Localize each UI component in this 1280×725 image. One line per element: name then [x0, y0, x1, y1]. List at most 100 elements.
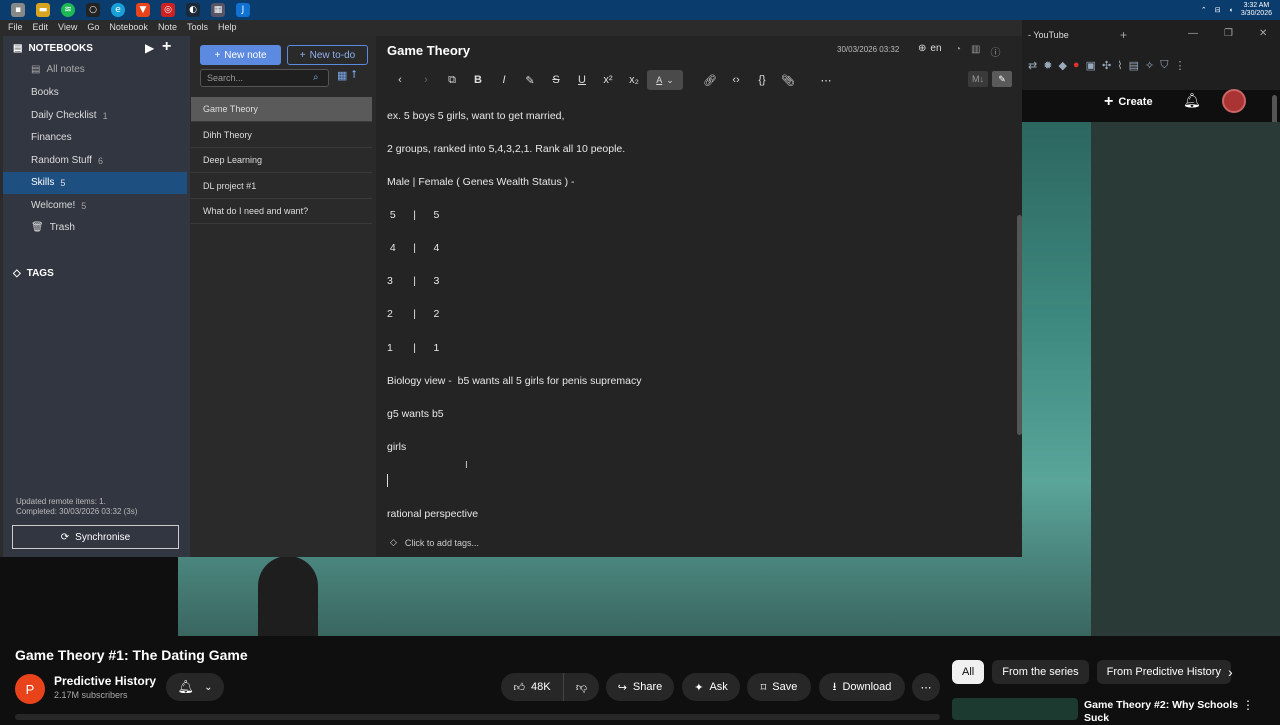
highlight-icon[interactable]: ✎: [517, 74, 543, 87]
sidebar-item-all-notes[interactable]: ▤ All notes: [31, 64, 85, 75]
terminal-icon[interactable]: ○: [86, 3, 100, 17]
note-list-item-selected[interactable]: Game Theory: [191, 97, 372, 122]
create-button[interactable]: + Create: [1104, 92, 1153, 112]
save-button[interactable]: ⌑ Save: [747, 673, 811, 701]
dislike-button[interactable]: 👎︎: [563, 673, 599, 701]
brave-icon[interactable]: ▼: [136, 3, 150, 17]
code-block-icon[interactable]: {}: [749, 74, 775, 86]
restore-icon[interactable]: ❐: [1224, 28, 1233, 39]
more-icon[interactable]: ⋯: [813, 74, 839, 87]
attach-icon[interactable]: 📎︎: [775, 74, 801, 87]
sidebar-item-random-stuff[interactable]: Random Stuff 6: [31, 155, 103, 166]
search-input[interactable]: Search...: [200, 69, 329, 87]
subscript-icon[interactable]: x₂: [621, 74, 647, 86]
browser-tab[interactable]: - YouTube: [1022, 26, 1116, 44]
volume-icon[interactable]: ◖: [1229, 7, 1233, 14]
synchronise-button[interactable]: ⟳ Synchronise: [12, 525, 179, 549]
search-icon[interactable]: ⌕: [313, 72, 319, 83]
sidebar-item-skills[interactable]: Skills 5: [31, 177, 65, 188]
menu-go[interactable]: Go: [87, 22, 99, 32]
tags-header[interactable]: ◇ TAGS: [13, 268, 54, 279]
layout-icon[interactable]: ▥: [971, 44, 980, 59]
more-vert-icon[interactable]: ⋮: [1242, 698, 1254, 712]
menu-help[interactable]: Help: [218, 22, 237, 32]
sidebar-item-trash[interactable]: 🗑︎ Trash: [31, 222, 75, 233]
external-edit-icon[interactable]: ⧉: [439, 74, 465, 87]
link-icon[interactable]: 🔗︎: [697, 74, 723, 87]
translate-icon[interactable]: ⇄: [1028, 59, 1037, 72]
italic-icon[interactable]: I: [491, 74, 517, 86]
back-icon[interactable]: ‹: [387, 74, 413, 86]
gallery-icon[interactable]: ▦: [211, 3, 225, 17]
shield-icon[interactable]: ⛉: [1160, 59, 1168, 72]
alarm-icon[interactable]: ◔: [955, 44, 961, 59]
add-tags-bar[interactable]: ◇ Click to add tags...: [390, 537, 479, 548]
chevron-up-icon[interactable]: ⌃: [1201, 6, 1207, 14]
superscript-icon[interactable]: x²: [595, 74, 621, 86]
bold-icon[interactable]: B: [465, 74, 491, 86]
share-button[interactable]: ↪ Share: [606, 673, 674, 701]
notifications-bell-icon[interactable]: 🔔︎: [1183, 92, 1201, 109]
info-icon[interactable]: ⓘ: [991, 44, 1001, 59]
rich-text-toggle-icon[interactable]: ✎: [992, 71, 1012, 87]
filter-chip-all[interactable]: All: [952, 660, 985, 684]
app-icon[interactable]: ◎: [161, 3, 175, 17]
text-color-icon[interactable]: A ⌄: [647, 70, 683, 90]
joplin-icon[interactable]: J: [236, 3, 250, 17]
channel-avatar[interactable]: P: [15, 674, 45, 704]
add-notebook-icon[interactable]: +: [162, 38, 171, 56]
language-selector[interactable]: ⊕ en: [918, 43, 942, 54]
collapse-sidebar-icon[interactable]: ▶: [145, 41, 154, 55]
menu-edit[interactable]: Edit: [33, 22, 49, 32]
folder-icon[interactable]: ▬: [36, 3, 50, 17]
collections-icon[interactable]: ▤: [1129, 59, 1139, 72]
filter-chip-series[interactable]: From the series: [992, 660, 1089, 684]
menu-note[interactable]: Note: [158, 22, 177, 32]
network-icon[interactable]: ⊟: [1215, 6, 1221, 14]
sidebar-item-books[interactable]: Books: [31, 87, 59, 98]
editor-scrollbar[interactable]: [1017, 215, 1022, 435]
note-list-item[interactable]: What do I need and want?: [191, 199, 372, 224]
menu-tools[interactable]: Tools: [187, 22, 208, 32]
sidebar-item-welcome[interactable]: Welcome! 5: [31, 200, 86, 211]
like-button[interactable]: 👍︎ 48K: [501, 673, 563, 701]
notebooks-header[interactable]: ▤ NOTEBOOKS: [13, 43, 93, 54]
minimize-icon[interactable]: —: [1188, 28, 1198, 39]
window-icon[interactable]: ▪: [11, 3, 25, 17]
sidebar-item-daily-checklist[interactable]: Daily Checklist 1: [31, 110, 108, 121]
box-icon[interactable]: ▣: [1086, 59, 1096, 72]
settings-icon[interactable]: ✹: [1043, 59, 1052, 72]
markdown-toggle-icon[interactable]: M↓: [968, 71, 988, 87]
user-avatar[interactable]: [1222, 89, 1246, 113]
chevron-right-icon[interactable]: ›: [1228, 664, 1233, 680]
menu-file[interactable]: File: [8, 22, 23, 32]
spotify-icon[interactable]: ≋: [61, 3, 75, 17]
download-button[interactable]: ⭳ Download: [819, 673, 905, 701]
recommended-title[interactable]: Game Theory #2: Why Schools Suck: [1084, 699, 1244, 725]
clock[interactable]: 3:32 AM 3/30/2026: [1241, 2, 1272, 18]
sort-order-icon[interactable]: ⭡: [351, 69, 356, 82]
note-list-item[interactable]: DL project #1: [191, 174, 372, 199]
ask-button[interactable]: ✦ Ask: [682, 673, 740, 701]
edge-icon[interactable]: e: [111, 3, 125, 17]
calendar-sort-icon[interactable]: ▦: [337, 69, 347, 82]
close-icon[interactable]: ✕: [1259, 28, 1267, 39]
channel-name[interactable]: Predictive History: [54, 674, 156, 688]
menu-view[interactable]: View: [58, 22, 77, 32]
sidebar-item-finances[interactable]: Finances: [31, 132, 72, 143]
menu-notebook[interactable]: Notebook: [109, 22, 148, 32]
puzzle-icon[interactable]: ✣: [1102, 59, 1111, 72]
new-todo-button[interactable]: + New to-do: [287, 45, 368, 65]
new-note-button[interactable]: + New note: [200, 45, 281, 65]
steam-icon[interactable]: ◐: [186, 3, 200, 17]
strikethrough-icon[interactable]: S: [543, 74, 569, 86]
note-list-item[interactable]: Deep Learning: [191, 148, 372, 173]
extension-icon[interactable]: ◆: [1058, 59, 1066, 72]
underline-icon[interactable]: U: [569, 74, 595, 86]
bookmark-icon[interactable]: ⌇: [1117, 59, 1122, 72]
note-list-item[interactable]: Dihh Theory: [191, 123, 372, 148]
filter-chip-channel[interactable]: From Predictive History: [1096, 660, 1231, 684]
forward-icon[interactable]: ›: [413, 74, 439, 86]
subscription-bell-button[interactable]: 🔔︎ ⌄: [166, 673, 224, 701]
code-icon[interactable]: ‹›: [723, 74, 749, 86]
